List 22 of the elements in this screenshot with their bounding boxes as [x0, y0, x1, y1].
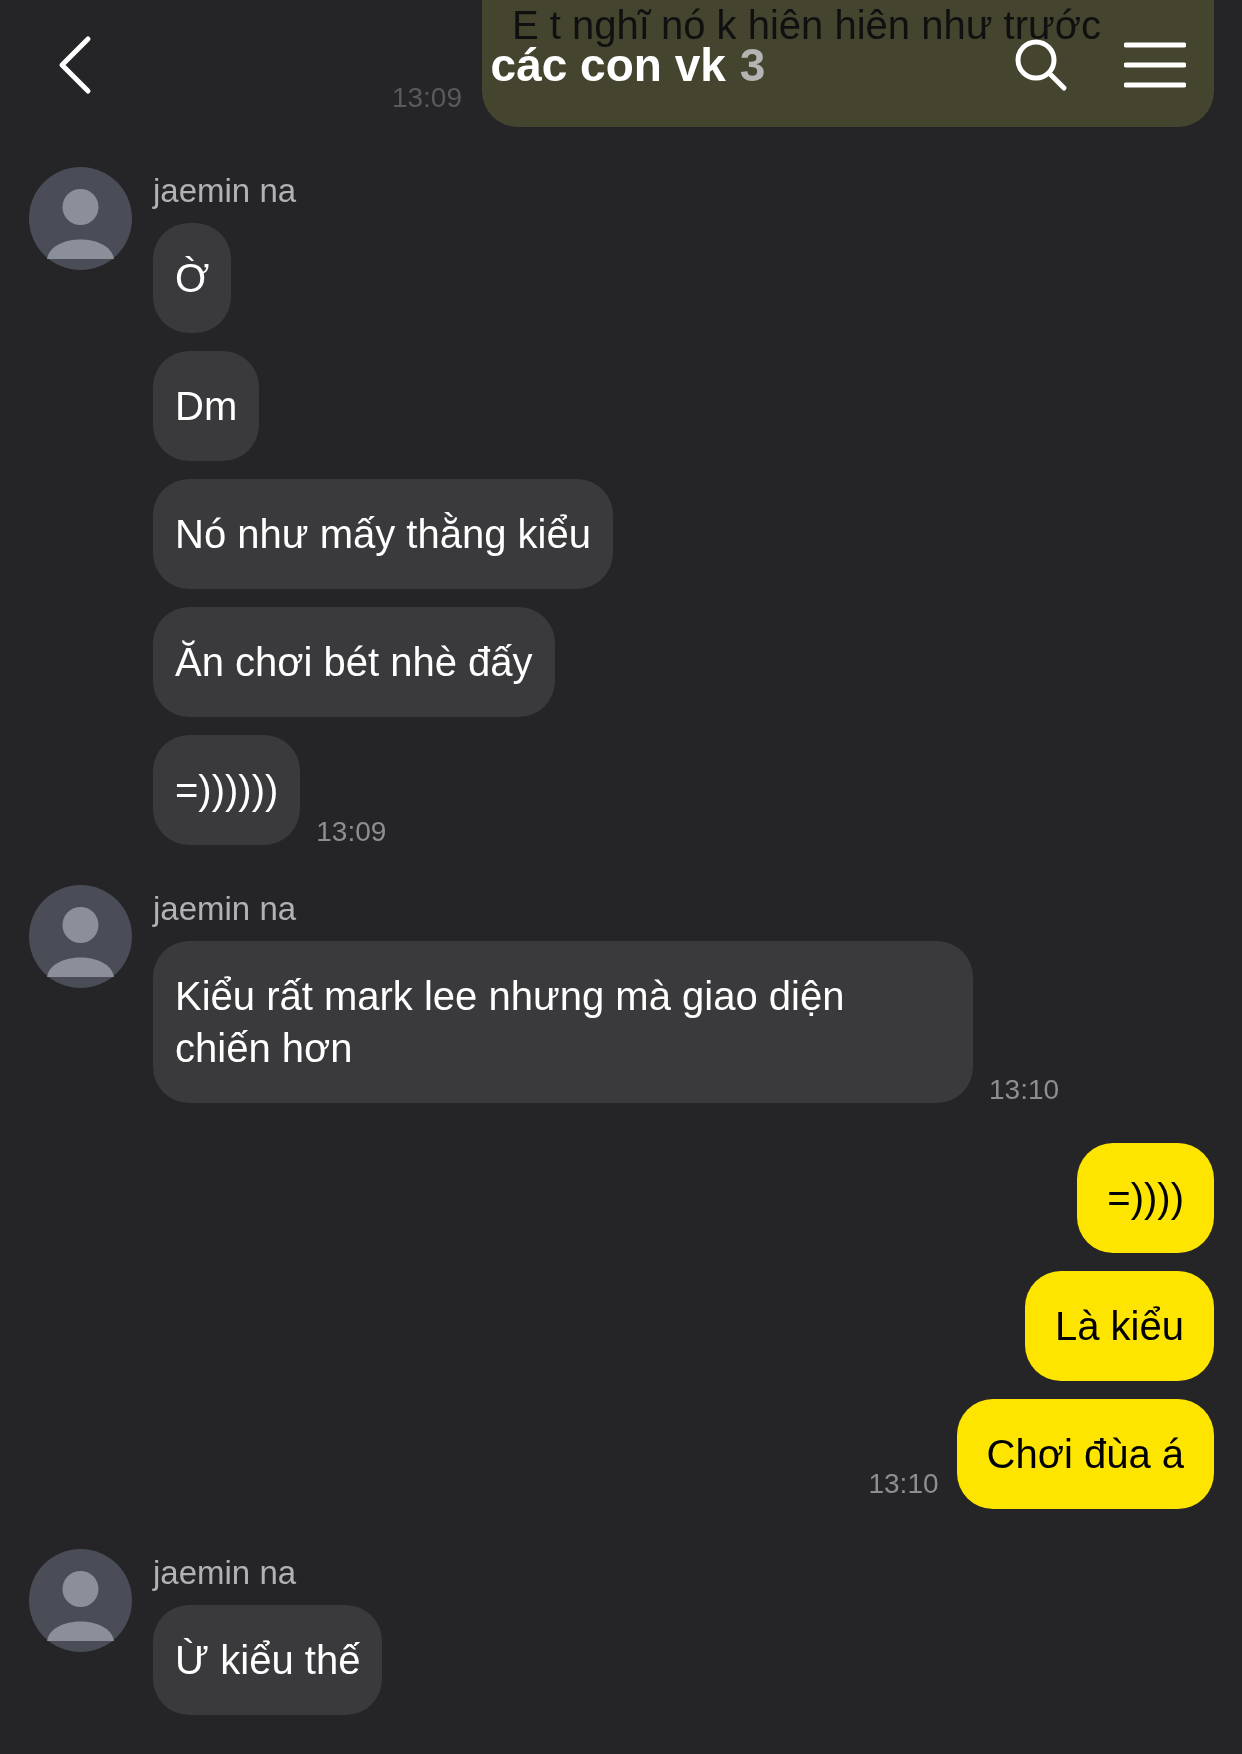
message-time: 13:10: [868, 1467, 939, 1501]
received-message: Dm: [153, 351, 260, 461]
message-time: 13:10: [989, 1073, 1060, 1107]
sent-message: Chơi đùa á: [956, 1399, 1214, 1509]
sent-message: =)))): [1077, 1143, 1214, 1253]
received-message: Ờ: [153, 223, 232, 333]
sender-name: jaemin na: [153, 889, 298, 929]
sent-message: Là kiểu: [1025, 1271, 1214, 1381]
message-time: 13:09: [316, 815, 387, 849]
menu-icon[interactable]: [1124, 41, 1186, 89]
sender-name: jaemin na: [153, 1553, 298, 1593]
received-message: Ừ kiểu thế: [153, 1605, 383, 1715]
received-message: Ăn chơi bét nhè đấy: [153, 607, 555, 717]
received-message: =)))))): [153, 735, 301, 845]
avatar[interactable]: [29, 1549, 132, 1652]
sender-name: jaemin na: [153, 171, 298, 211]
member-count: 3: [739, 38, 766, 93]
received-message: Nó như mấy thằng kiểu: [153, 479, 613, 589]
avatar[interactable]: [29, 167, 132, 270]
avatar[interactable]: [29, 885, 132, 988]
received-message: Kiểu rất mark lee nhưng mà giao diện chiến hơn: [153, 941, 973, 1103]
search-icon[interactable]: [1014, 38, 1068, 92]
